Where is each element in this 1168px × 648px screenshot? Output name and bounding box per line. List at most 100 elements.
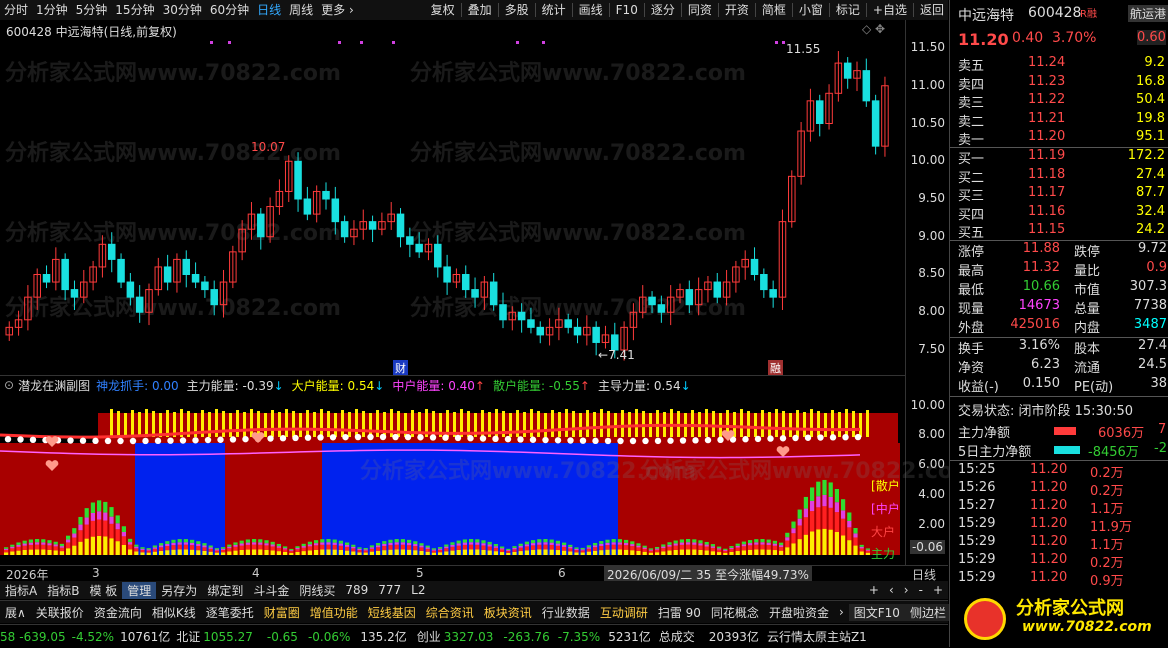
- flow-bar: [41, 544, 46, 550]
- tab-news[interactable]: 综合资讯: [421, 604, 479, 621]
- tab-template[interactable]: 模 板: [84, 582, 122, 599]
- bid-row[interactable]: 买一 11.19 172.2: [950, 148, 1168, 167]
- tool-add-watchlist[interactable]: +自选: [869, 0, 911, 20]
- zoom-out-icon[interactable]: -: [914, 583, 928, 597]
- flow-bar: [543, 549, 548, 555]
- tool-jiankuang[interactable]: 简框: [758, 0, 790, 20]
- tool-tongzi[interactable]: 同资: [684, 0, 716, 20]
- tab-related-quotes[interactable]: 关联报价: [31, 604, 89, 621]
- tool-back[interactable]: 返回: [916, 0, 948, 20]
- tab-indicator-b[interactable]: 指标B: [42, 582, 84, 599]
- period-weekly[interactable]: 周线: [285, 0, 317, 20]
- bid-row[interactable]: 买五 11.15 24.2: [950, 222, 1168, 241]
- tab-kaipanla-funds[interactable]: 开盘啦资金: [764, 604, 834, 621]
- ask-row[interactable]: 卖五 11.24 9.2: [950, 55, 1168, 74]
- industry-tag[interactable]: 航运港: [1128, 5, 1168, 22]
- tab-manage[interactable]: 管理: [122, 581, 157, 599]
- tab-tick-orders[interactable]: 逐笔委托: [201, 604, 259, 621]
- cy-label[interactable]: 创业: [417, 628, 441, 645]
- tab-similar-kline[interactable]: 相似K线: [147, 604, 201, 621]
- zoom-in-icon[interactable]: +: [928, 583, 948, 597]
- period-15min[interactable]: 15分钟: [111, 0, 158, 20]
- bid-row[interactable]: 买三 11.17 87.7: [950, 185, 1168, 204]
- energy-bar: [362, 411, 365, 437]
- tool-mark[interactable]: 标记: [832, 0, 864, 20]
- finance-marker[interactable]: 财: [393, 360, 408, 376]
- tab-doudoujin[interactable]: 斗斗金: [248, 582, 294, 599]
- flow-bar: [537, 544, 542, 550]
- ask-row[interactable]: 卖三 11.22 50.4: [950, 92, 1168, 111]
- tab-interactive-research[interactable]: 互动调研: [595, 604, 653, 621]
- tab-ths-concept[interactable]: 同花概念: [706, 604, 764, 621]
- signal-dot: [554, 437, 562, 444]
- bz-label[interactable]: 北证: [176, 628, 200, 645]
- indicator-name[interactable]: 潜龙在渊副图: [18, 377, 90, 394]
- tab-industry-data[interactable]: 行业数据: [537, 604, 595, 621]
- tool-kaizi[interactable]: 开资: [721, 0, 753, 20]
- flow-bar: [270, 544, 275, 547]
- period-30min[interactable]: 30分钟: [159, 0, 206, 20]
- tool-multi[interactable]: 多股: [501, 0, 533, 20]
- next-icon[interactable]: ›: [899, 583, 914, 597]
- settings-icon[interactable]: ⊙: [4, 378, 14, 392]
- flow-bar: [258, 544, 263, 550]
- flow-bar: [822, 494, 827, 507]
- flow-bar: [692, 542, 697, 545]
- tab-789[interactable]: 789: [340, 583, 373, 597]
- tool-stats[interactable]: 统计: [538, 0, 570, 20]
- tool-mini-window[interactable]: 小窗: [795, 0, 827, 20]
- period-60min[interactable]: 60分钟: [206, 0, 253, 20]
- tab-indicator-a[interactable]: 指标A: [0, 582, 42, 599]
- tool-f10[interactable]: F10: [612, 0, 642, 20]
- tab-short-gene[interactable]: 短线基因: [363, 604, 421, 621]
- period-daily[interactable]: 日线: [253, 0, 285, 20]
- flow-bar: [338, 540, 343, 544]
- bid-row[interactable]: 买二 11.18 27.4: [950, 167, 1168, 186]
- tab-sidebar[interactable]: 侧边栏: [904, 603, 951, 621]
- tab-bind[interactable]: 绑定到: [202, 582, 248, 599]
- tab-expand[interactable]: 展∧: [0, 604, 31, 621]
- tab-mine-sweep[interactable]: 扫雷 90: [653, 604, 706, 621]
- tool-fuquan[interactable]: 复权: [427, 0, 459, 20]
- flow-bar: [407, 549, 412, 555]
- period-fenshi[interactable]: 分时: [0, 0, 32, 20]
- ask-row[interactable]: 卖一 11.20 95.1: [950, 129, 1168, 148]
- tab-f10[interactable]: 图文F10: [848, 603, 905, 621]
- more-icon[interactable]: ›: [834, 605, 849, 619]
- tick-price: 11.20: [1030, 498, 1068, 513]
- kline-chart[interactable]: 600428 中远海特(日线,前复权) ◇ ✥ 分析家公式网www.70822.…: [0, 20, 905, 376]
- flow-bar: [295, 549, 300, 552]
- bid-row[interactable]: 买四 11.16 32.4: [950, 204, 1168, 223]
- margin-marker[interactable]: 融: [768, 360, 783, 376]
- flow-bar: [797, 539, 802, 555]
- tab-wealth-circle[interactable]: 财富圈: [259, 604, 305, 621]
- period-5min[interactable]: 5分钟: [72, 0, 112, 20]
- flow-bar: [28, 549, 33, 555]
- tab-sector-news[interactable]: 板块资讯: [479, 604, 537, 621]
- tab-fund-flow[interactable]: 资金流向: [89, 604, 147, 621]
- tool-draw[interactable]: 画线: [575, 0, 607, 20]
- ask-row[interactable]: 卖四 11.23 16.8: [950, 74, 1168, 93]
- tool-overlay[interactable]: 叠加: [464, 0, 496, 20]
- flow-bar: [35, 549, 40, 555]
- server-name[interactable]: 云行情太原主站Z1: [767, 628, 867, 645]
- period-1min[interactable]: 1分钟: [32, 0, 72, 20]
- tab-777[interactable]: 777: [373, 583, 406, 597]
- period-more[interactable]: 更多 ›: [317, 0, 358, 20]
- flow-bar: [741, 550, 746, 555]
- flow-bar: [549, 549, 554, 555]
- tab-save-as[interactable]: 另存为: [156, 582, 202, 599]
- ask-row[interactable]: 卖二 11.21 19.8: [950, 111, 1168, 130]
- flow-bar: [332, 544, 337, 550]
- flow-bar: [388, 542, 393, 546]
- add-icon[interactable]: +: [864, 583, 884, 597]
- energy-bar: [775, 409, 778, 437]
- indicator-tabs: 指标A 指标B 模 板 管理 另存为 绑定到 斗斗金 阴线买 789 777 L…: [0, 581, 948, 599]
- tool-zhufen[interactable]: 逐分: [647, 0, 679, 20]
- tab-l2[interactable]: L2: [406, 583, 430, 597]
- prev-icon[interactable]: ‹: [884, 583, 899, 597]
- tab-value-added[interactable]: 增值功能: [305, 604, 363, 621]
- flow-bar: [233, 542, 238, 545]
- tab-yinxianmai[interactable]: 阴线买: [294, 582, 340, 599]
- indicator-chart[interactable]: 分析家公式网www.70822.com 分析家公式网www.70822.com …: [0, 393, 976, 565]
